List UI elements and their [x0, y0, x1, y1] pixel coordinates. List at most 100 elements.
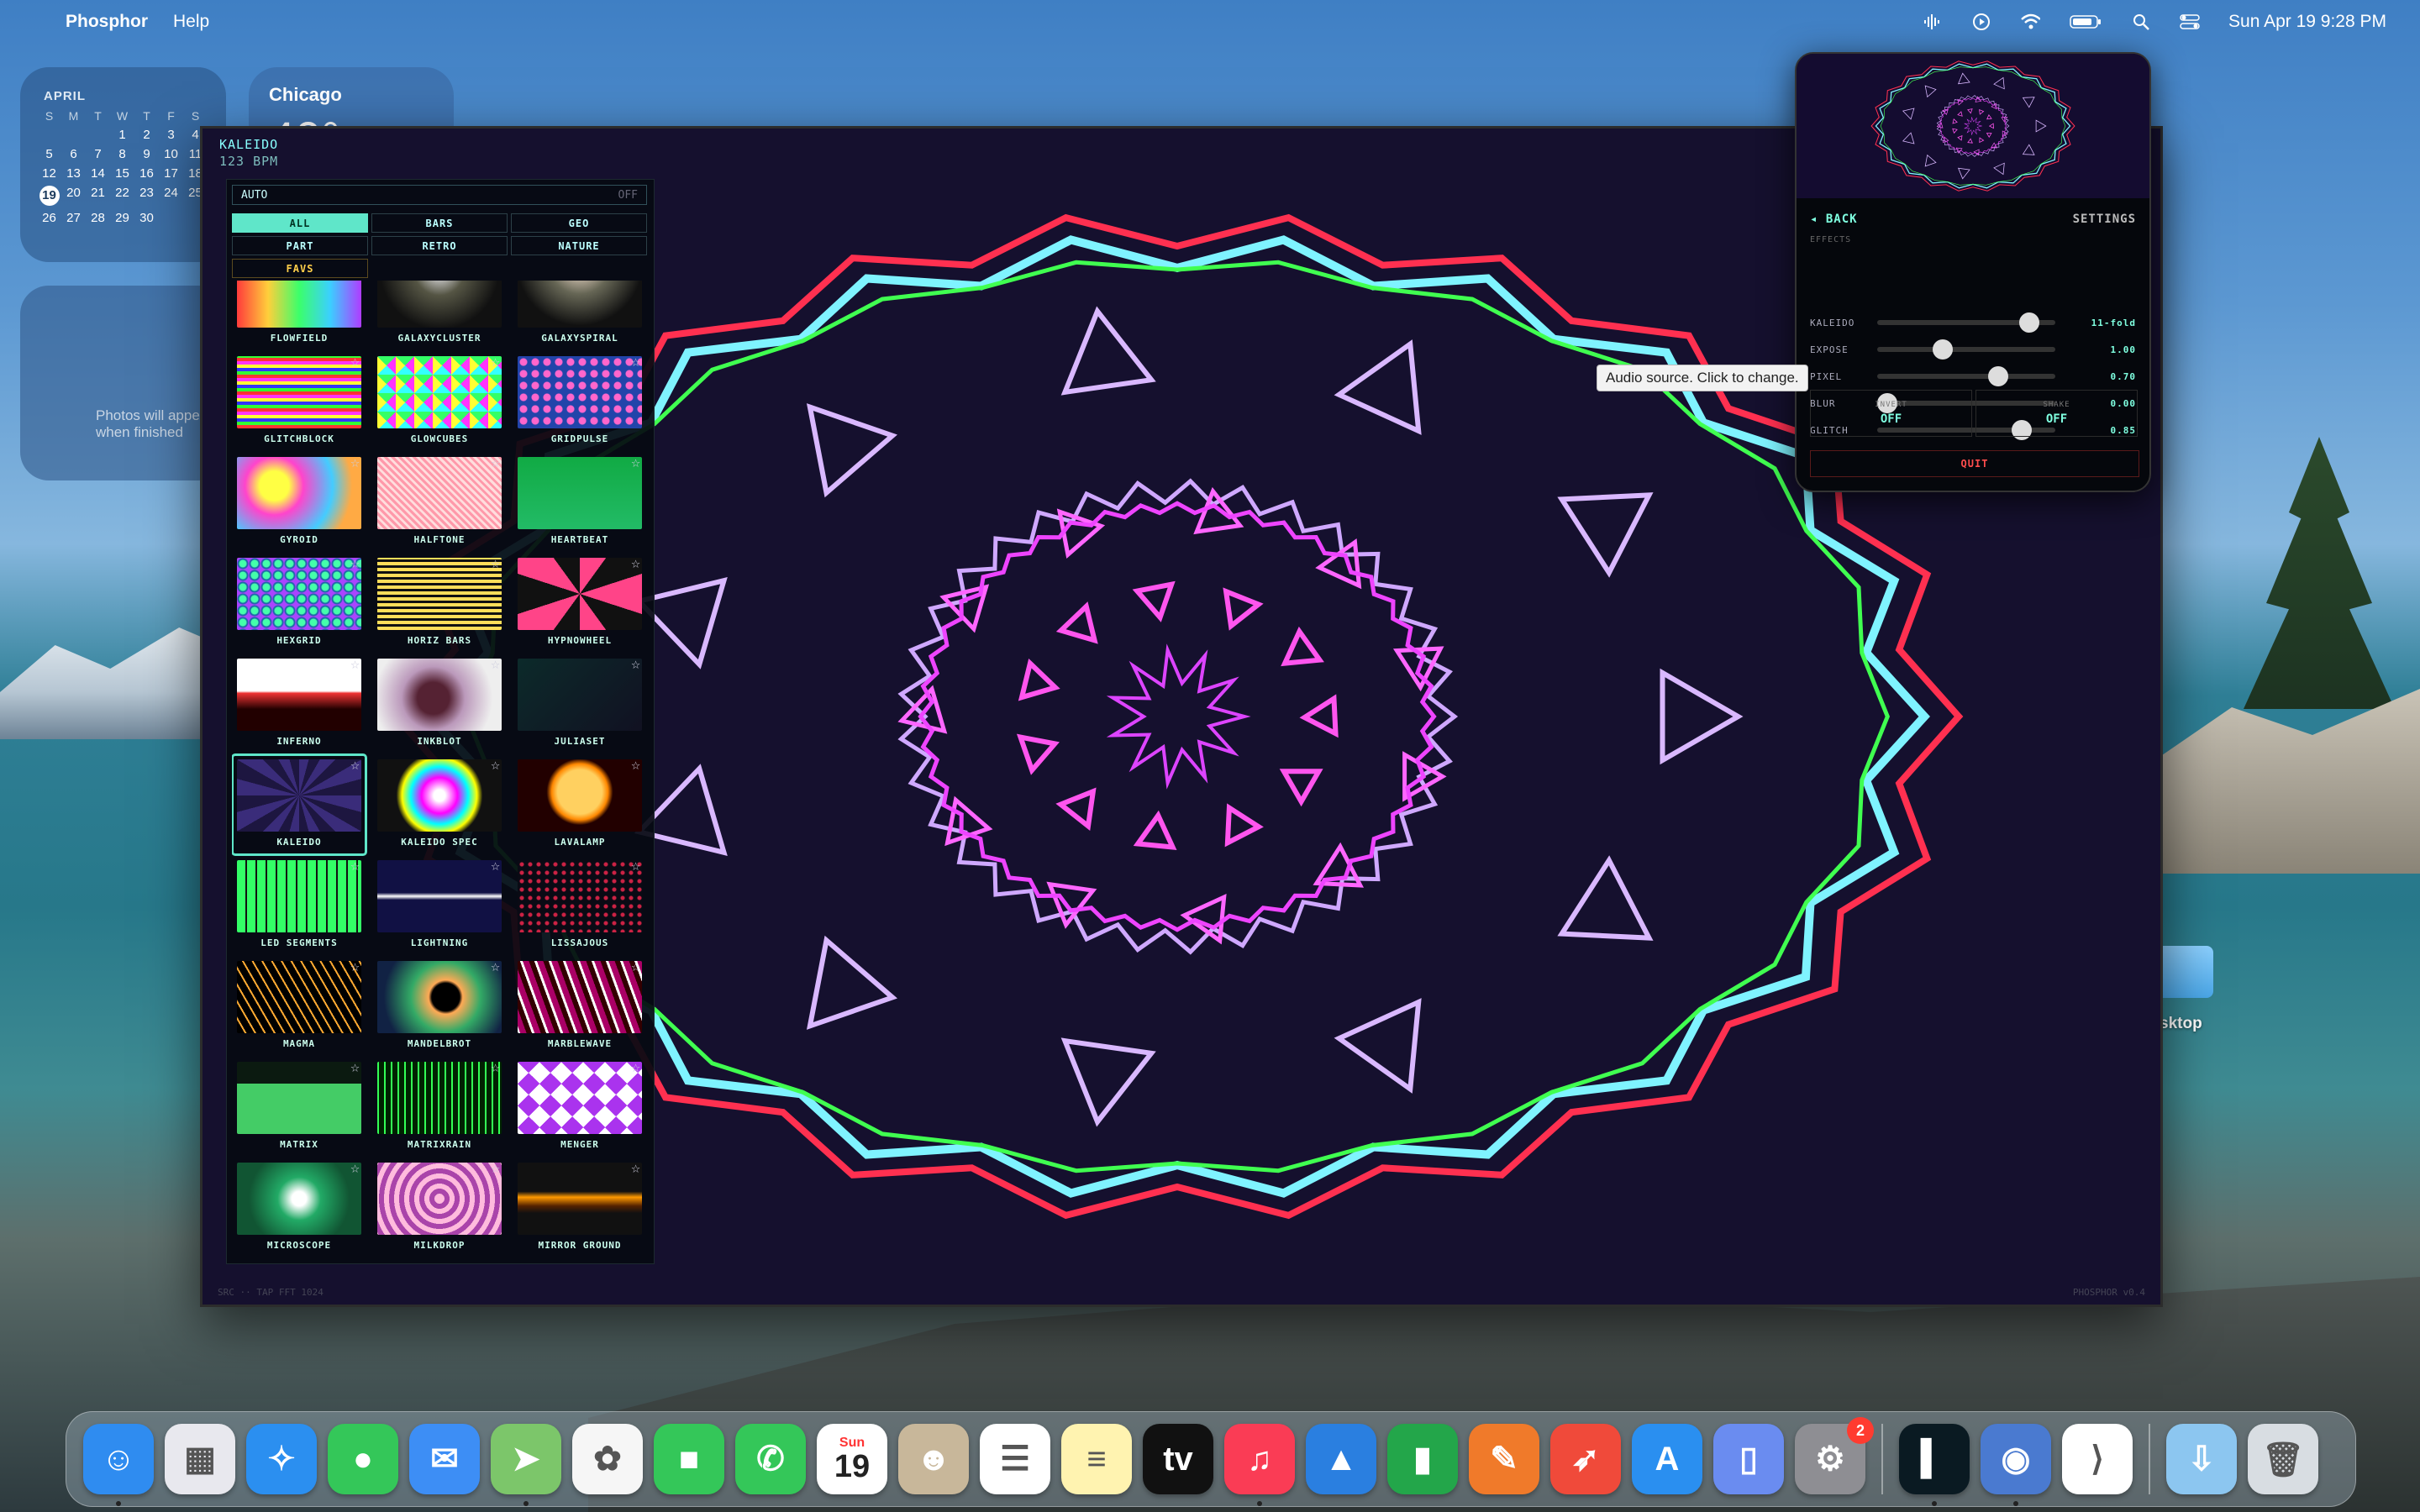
calendar-day[interactable]: 14	[86, 166, 110, 181]
visualizer-tile-galaxyspiral[interactable]: ☆GALAXYSPIRAL	[513, 281, 647, 351]
visualizer-tile-gridpulse[interactable]: ☆ GRIDPULSE	[513, 351, 647, 452]
simulator-icon[interactable]: ▯	[1713, 1424, 1784, 1494]
star-icon[interactable]: ☆	[491, 756, 500, 774]
visualizer-tile-milkdrop[interactable]: ☆ MILKDROP	[372, 1158, 507, 1258]
visualizer-tile-matrix[interactable]: ☆ MATRIX	[232, 1057, 366, 1158]
tab-favs[interactable]: FAVS	[232, 259, 368, 278]
calendar-day[interactable]: 1	[110, 128, 134, 142]
visualizer-tile-partial[interactable]: ☆	[513, 1258, 647, 1260]
star-icon[interactable]: ☆	[491, 1159, 500, 1177]
visualizer-tile-magma[interactable]: ☆ MAGMA	[232, 956, 366, 1057]
keynote-icon[interactable]: ▲	[1306, 1424, 1376, 1494]
launchpad-icon[interactable]: ▦	[165, 1424, 235, 1494]
facetime-icon[interactable]: ■	[654, 1424, 724, 1494]
calendar-day[interactable]: 3	[159, 128, 183, 142]
star-icon[interactable]: ☆	[350, 554, 360, 572]
star-icon[interactable]: ☆	[350, 655, 360, 673]
visualizer-tile-halftone[interactable]: ☆ HALFTONE	[372, 452, 507, 553]
app-store-icon[interactable]: A	[1632, 1424, 1702, 1494]
slider-knob[interactable]	[1932, 339, 1953, 360]
visualizer-tile-heartbeat[interactable]: ☆ HEARTBEAT	[513, 452, 647, 553]
calendar-day[interactable]: 13	[61, 166, 86, 181]
visualizer-tile-mirror-ground[interactable]: ☆ MIRROR GROUND	[513, 1158, 647, 1258]
visualizer-tile-inferno[interactable]: ☆ INFERNO	[232, 654, 366, 754]
calendar-day[interactable]: 17	[159, 166, 183, 181]
calendar-day[interactable]: 19	[37, 186, 61, 206]
star-icon[interactable]: ☆	[350, 1159, 360, 1177]
star-icon[interactable]: ☆	[350, 1058, 360, 1076]
downloads-folder-icon[interactable]: ⇩	[2166, 1424, 2237, 1494]
finder-icon[interactable]: ☺	[83, 1424, 154, 1506]
disk-icon[interactable]: ◉	[1981, 1424, 2051, 1506]
app-menu[interactable]: Phosphor	[66, 12, 148, 32]
star-icon[interactable]: ☆	[350, 353, 360, 370]
star-icon[interactable]: ☆	[350, 857, 360, 874]
calendar-day[interactable]: 28	[86, 211, 110, 225]
visualizer-tile-juliaset[interactable]: ☆ JULIASET	[513, 654, 647, 754]
vscode-icon[interactable]: ⟩	[2062, 1424, 2133, 1494]
back-button[interactable]: ◂ BACK	[1810, 213, 1858, 226]
visualizer-tile-galaxycluster[interactable]: ☆GALAXYCLUSTER	[372, 281, 507, 351]
visualizer-tile-inkblot[interactable]: ☆ INKBLOT	[372, 654, 507, 754]
slider-track[interactable]	[1877, 339, 2055, 360]
pages-icon[interactable]: ✎	[1469, 1424, 1539, 1494]
calendar-day[interactable]: 20	[61, 186, 86, 206]
calendar-day[interactable]: 24	[159, 186, 183, 206]
calendar-widget[interactable]: APRIL S M T W T F S 1 2 3 4 5 6 7 8 9 10 11 12 13 14 15 16 17 18…	[20, 67, 226, 262]
visualizer-tile-glitchblock[interactable]: ☆ GLITCHBLOCK	[232, 351, 366, 452]
star-icon[interactable]: ☆	[491, 554, 500, 572]
visualizer-tile-horiz-bars[interactable]: ☆ HORIZ BARS	[372, 553, 507, 654]
star-icon[interactable]: ☆	[491, 958, 500, 975]
star-icon[interactable]: ☆	[631, 454, 640, 471]
visualizer-tile-glowcubes[interactable]: ☆ GLOWCUBES	[372, 351, 507, 452]
slider-knob[interactable]	[1987, 366, 2008, 386]
star-icon[interactable]: ☆	[350, 454, 360, 471]
trash-icon[interactable]: 🗑	[2248, 1424, 2318, 1494]
play-circle-icon[interactable]	[1971, 13, 1991, 31]
star-icon[interactable]: ☆	[631, 1058, 640, 1076]
messages-icon[interactable]: ●	[328, 1424, 398, 1494]
visualizer-tile-flowfield[interactable]: ☆FLOWFIELD	[232, 281, 366, 351]
tab-geo[interactable]: GEO	[511, 213, 647, 233]
star-icon[interactable]: ☆	[491, 655, 500, 673]
calendar-day[interactable]: 27	[61, 211, 86, 225]
visualizer-tile-partial[interactable]: ☆	[372, 1258, 507, 1260]
visualizer-tile-lightning[interactable]: ☆ LIGHTNING	[372, 855, 507, 956]
tv-icon[interactable]: tv	[1143, 1424, 1213, 1494]
calendar-day[interactable]: 10	[159, 147, 183, 161]
calendar-day[interactable]: 29	[110, 211, 134, 225]
maps-icon[interactable]: ➤	[491, 1424, 561, 1506]
visualizer-tile-menger[interactable]: ☆ MENGER	[513, 1057, 647, 1158]
visualizer-tile-led-segments[interactable]: ☆ LED SEGMENTS	[232, 855, 366, 956]
photos-widget[interactable]: Photos will appear when finished	[20, 286, 226, 480]
tab-nature[interactable]: NATURE	[511, 236, 647, 255]
safari-icon[interactable]: ✧	[246, 1424, 317, 1494]
star-icon[interactable]: ☆	[350, 756, 360, 774]
calendar-day[interactable]: 30	[134, 211, 159, 225]
visualizer-tile-hypnowheel[interactable]: ☆ HYPNOWHEEL	[513, 553, 647, 654]
star-icon[interactable]: ☆	[631, 756, 640, 774]
calendar-day[interactable]: 7	[86, 147, 110, 161]
slider-expose[interactable]: EXPOSE 1.00	[1810, 339, 2138, 360]
calendar-day[interactable]: 2	[134, 128, 159, 142]
tab-retro[interactable]: RETRO	[371, 236, 508, 255]
calendar-day[interactable]: 23	[134, 186, 159, 206]
tab-all[interactable]: ALL	[232, 213, 368, 233]
visualizer-tile-mandelbrot[interactable]: ☆ MANDELBROT	[372, 956, 507, 1057]
calendar-day[interactable]: 12	[37, 166, 61, 181]
battery-icon[interactable]	[2069, 13, 2102, 31]
star-icon[interactable]: ☆	[350, 958, 360, 975]
star-icon[interactable]: ☆	[631, 857, 640, 874]
visualizer-tile-microscope[interactable]: ☆ MICROSCOPE	[232, 1158, 366, 1258]
phone-icon[interactable]: ✆	[735, 1424, 806, 1494]
settings-icon[interactable]: ⚙ 2	[1795, 1417, 1874, 1494]
auto-toggle[interactable]: AUTO OFF	[232, 185, 647, 205]
rocket-icon[interactable]: ➶	[1550, 1424, 1621, 1494]
star-icon[interactable]: ☆	[631, 554, 640, 572]
reminders-icon[interactable]: ☰	[980, 1424, 1050, 1494]
calendar-today[interactable]: 19	[39, 186, 60, 206]
spotlight-search-icon[interactable]	[2131, 13, 2151, 31]
calendar-day[interactable]: 5	[37, 147, 61, 161]
calendar-icon[interactable]: Sun 19	[817, 1424, 887, 1494]
calendar-day[interactable]: 9	[134, 147, 159, 161]
